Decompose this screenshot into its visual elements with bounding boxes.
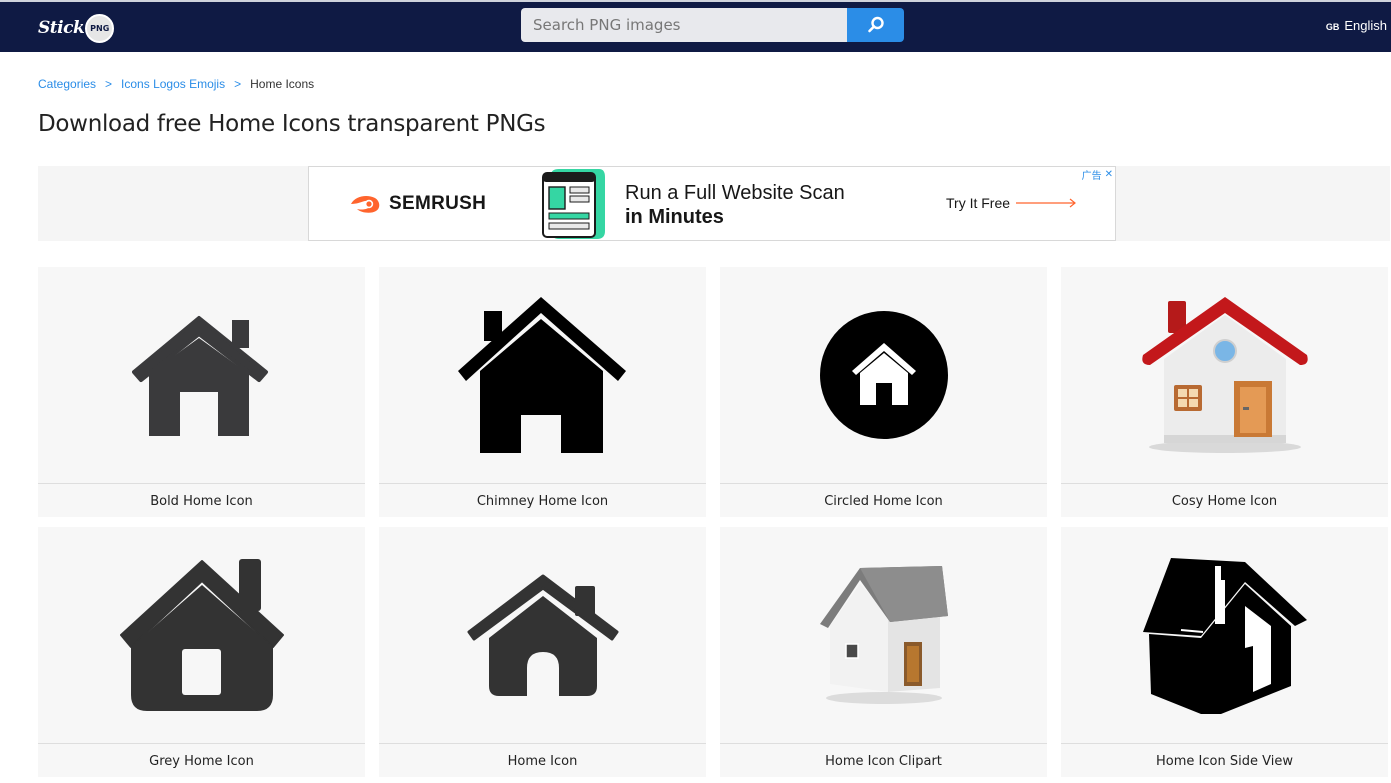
card-image (720, 267, 1047, 483)
ad-brand-logo: SEMRUSH (349, 193, 486, 215)
card-image (379, 267, 706, 483)
semrush-flame-icon (351, 196, 380, 213)
card-title[interactable]: Circled Home Icon (720, 483, 1047, 517)
ad-brand-name: SEMRUSH (389, 193, 487, 214)
search-button[interactable] (847, 8, 904, 42)
site-logo[interactable]: Stick PNG (38, 12, 115, 44)
card-image (379, 527, 706, 743)
breadcrumb-link-icons-logos-emojis[interactable]: Icons Logos Emojis (121, 77, 225, 91)
ad-illustration (542, 169, 605, 239)
image-card[interactable]: Home Icon Side View (1061, 527, 1388, 777)
flag-icon: GB (1325, 22, 1340, 32)
breadcrumb-link-categories[interactable]: Categories (38, 77, 96, 91)
image-card[interactable]: Home Icon (379, 527, 706, 777)
card-image (1061, 527, 1388, 743)
ad-cta-button[interactable]: Try It Free (946, 195, 1078, 211)
card-image (720, 527, 1047, 743)
ad-close-icon[interactable]: ✕ (1105, 169, 1113, 180)
image-card[interactable]: Bold Home Icon (38, 267, 365, 517)
ad-headline-line-2: in Minutes (625, 206, 724, 228)
card-title[interactable]: Home Icon (379, 743, 706, 777)
logo-badge: PNG (85, 13, 115, 43)
breadcrumb: Categories > Icons Logos Emojis > Home I… (38, 77, 314, 91)
ad-cta-label: Try It Free (946, 195, 1011, 211)
chimney-home-icon (457, 296, 626, 453)
home-side-view-icon (1142, 558, 1307, 714)
breadcrumb-separator: > (105, 77, 113, 91)
card-image (38, 527, 365, 743)
card-title[interactable]: Bold Home Icon (38, 483, 365, 517)
arrow-right-icon (1016, 198, 1077, 208)
card-title[interactable]: Chimney Home Icon (379, 483, 706, 517)
breadcrumb-current: Home Icons (250, 77, 315, 91)
card-image (38, 267, 365, 483)
search-input[interactable] (521, 8, 847, 42)
image-card[interactable]: Cosy Home Icon (1061, 267, 1388, 517)
home-clipart-icon (819, 566, 948, 704)
language-selector[interactable]: GB English (1326, 18, 1387, 33)
card-title[interactable]: Home Icon Clipart (720, 743, 1047, 777)
card-image (1061, 267, 1388, 483)
search-icon (867, 16, 884, 33)
image-card[interactable]: Circled Home Icon (720, 267, 1047, 517)
logo-text: Stick (38, 18, 85, 38)
home-icon (467, 574, 618, 696)
language-label: English (1344, 18, 1387, 33)
ad-choices-label: 广告 (1081, 171, 1102, 182)
cosy-home-icon (1141, 297, 1308, 453)
card-title[interactable]: Cosy Home Icon (1061, 483, 1388, 517)
breadcrumb-separator: > (234, 77, 242, 91)
card-title[interactable]: Grey Home Icon (38, 743, 365, 777)
grey-home-icon (119, 559, 284, 711)
image-card[interactable]: Home Icon Clipart (720, 527, 1047, 777)
bold-home-icon (131, 316, 268, 436)
image-card[interactable]: Grey Home Icon (38, 527, 365, 777)
circled-home-icon (819, 311, 948, 439)
card-title[interactable]: Home Icon Side View (1061, 743, 1388, 777)
page-title: Download free Home Icons transparent PNG… (38, 111, 546, 137)
ad-banner[interactable]: SEMRUSH Run a Full Website Scan in Minut… (308, 166, 1116, 241)
ad-headline: Run a Full Website Scan in Minutes (625, 181, 845, 229)
ad-choices[interactable]: 广告 ✕ (1082, 167, 1113, 182)
image-card[interactable]: Chimney Home Icon (379, 267, 706, 517)
ad-headline-line-1: Run a Full Website Scan (625, 182, 845, 204)
